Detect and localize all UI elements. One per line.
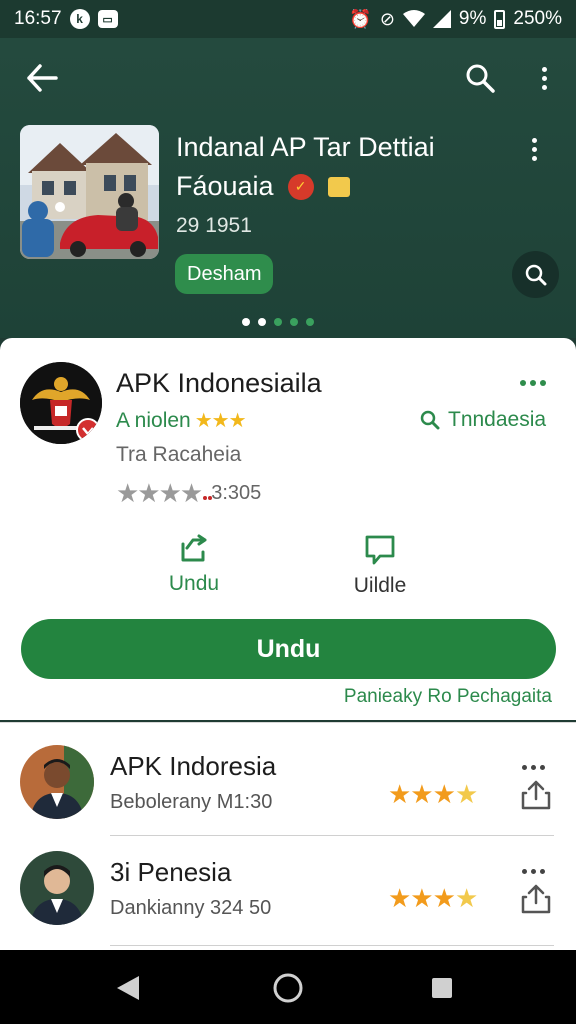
app-details-card: APK Indonesiaila A niolen ★★★ Tnndaesia …	[0, 338, 576, 720]
related-apps-list: APK Indoresia Bebolerany M1:30 ★★★★ 3i P…	[0, 722, 576, 950]
comment-icon	[365, 535, 395, 565]
rating-count: 3:305	[211, 482, 262, 504]
signal-off-icon: ⊘	[379, 8, 395, 29]
back-button[interactable]	[22, 58, 62, 98]
list-divider	[110, 945, 554, 946]
circle-home-icon	[273, 973, 303, 1003]
top-nav	[0, 58, 576, 98]
hero-title: Indanal AP Tar Dettiai	[176, 132, 435, 162]
app-title: APK Indonesiaila	[116, 368, 322, 398]
hero-more-icon[interactable]	[532, 138, 537, 161]
status-time: 16:57	[14, 8, 62, 29]
app-logo	[20, 362, 102, 444]
person-photo	[20, 851, 94, 925]
person-photo	[20, 745, 94, 819]
wifi-icon	[402, 10, 425, 27]
more-horizontal-icon[interactable]	[522, 869, 545, 874]
share-icon	[521, 780, 551, 810]
list-item-subtitle: Dankianny 324 50	[110, 897, 272, 919]
list-item-rating: ★★★★	[388, 779, 478, 809]
list-item-subtitle: Bebolerany M1:30	[110, 791, 273, 813]
install-button[interactable]: Undu	[21, 619, 556, 679]
card-more-icon[interactable]	[520, 380, 546, 386]
hero-chip[interactable]: Desham	[175, 254, 274, 294]
red-dots-icon	[203, 476, 213, 500]
hero-subtitle-text: Fáouaia	[176, 171, 274, 201]
list-item-rating: ★★★★	[388, 883, 478, 913]
action-label: Undu	[168, 572, 220, 595]
k-icon: k	[69, 9, 90, 29]
author-stars: ★★★	[194, 410, 247, 432]
rating-stars: ★★★★	[116, 478, 213, 509]
alarm-icon: ⏰	[349, 8, 372, 29]
fire-badge-icon: ✓	[287, 173, 314, 200]
battery-icon	[494, 9, 506, 29]
list-item[interactable]: APK Indoresia Bebolerany M1:30 ★★★★	[0, 723, 576, 833]
list-item-title: 3i Penesia	[110, 857, 232, 887]
pager-dot[interactable]	[290, 318, 298, 326]
house-photo	[20, 125, 159, 259]
search-plus-icon	[525, 264, 546, 285]
hero-image[interactable]	[20, 125, 159, 259]
search-link[interactable]: Tnndaesia	[420, 408, 546, 432]
list-item-title: APK Indoresia	[110, 751, 277, 781]
square-recents-icon	[432, 978, 452, 998]
action-uildle[interactable]: Uildle	[320, 534, 440, 598]
crown-badge-icon	[327, 176, 350, 197]
search-icon	[420, 410, 440, 430]
chat-icon: ▭	[97, 10, 118, 28]
status-bar: 16:57 k ▭ ⏰ ⊘ 9% 250%	[0, 0, 576, 38]
pager-dot[interactable]	[306, 318, 314, 326]
action-label: Uildle	[353, 574, 407, 597]
more-vertical-icon	[541, 66, 547, 90]
app-header: Indanal AP Tar Dettiai Fáouaia ✓ 29 1951…	[0, 38, 576, 338]
author-name: A niolen	[116, 408, 191, 432]
eagle-emblem-icon	[20, 362, 102, 444]
pager-dot[interactable]	[242, 318, 250, 326]
share-button[interactable]	[520, 779, 552, 816]
app-author[interactable]: A niolen ★★★	[116, 408, 247, 433]
download-share-icon	[181, 534, 207, 562]
list-divider	[110, 835, 554, 836]
share-button[interactable]	[520, 883, 552, 920]
rating-row: ★★★★ 3:305	[116, 478, 261, 509]
search-icon	[466, 64, 495, 93]
nav-home-button[interactable]	[270, 970, 306, 1006]
pager-dot[interactable]	[258, 318, 266, 326]
hero-meta: 29 1951	[176, 214, 252, 237]
cell-signal-icon	[432, 10, 451, 28]
hero-subtitle: Fáouaia ✓	[176, 171, 350, 202]
battery-percent-secondary: 250%	[513, 8, 562, 29]
list-item[interactable]: 3i Penesia Dankianny 324 50 ★★★★	[0, 837, 576, 947]
card-footer-link[interactable]: Panieaky Ro Pechagaita	[344, 686, 552, 708]
system-nav-bar	[0, 950, 576, 1024]
battery-percent: 9%	[458, 8, 487, 29]
search-link-label: Tnndaesia	[448, 408, 547, 431]
nav-recents-button[interactable]	[424, 970, 460, 1006]
overflow-menu-button[interactable]	[528, 58, 560, 98]
action-undu[interactable]: Undu	[134, 534, 254, 596]
nav-back-button[interactable]	[110, 970, 146, 1006]
more-horizontal-icon[interactable]	[522, 765, 545, 770]
triangle-back-icon	[117, 976, 139, 1000]
carousel-pager	[242, 318, 314, 326]
arrow-left-icon	[27, 64, 58, 92]
pager-dot[interactable]	[274, 318, 282, 326]
app-category: Tra Racaheia	[116, 443, 242, 466]
avatar	[20, 851, 94, 925]
rating-stars-text: ★★★★	[116, 478, 203, 508]
zoom-search-button[interactable]	[512, 251, 559, 298]
share-icon	[521, 884, 551, 914]
search-button[interactable]	[460, 58, 500, 98]
avatar	[20, 745, 94, 819]
